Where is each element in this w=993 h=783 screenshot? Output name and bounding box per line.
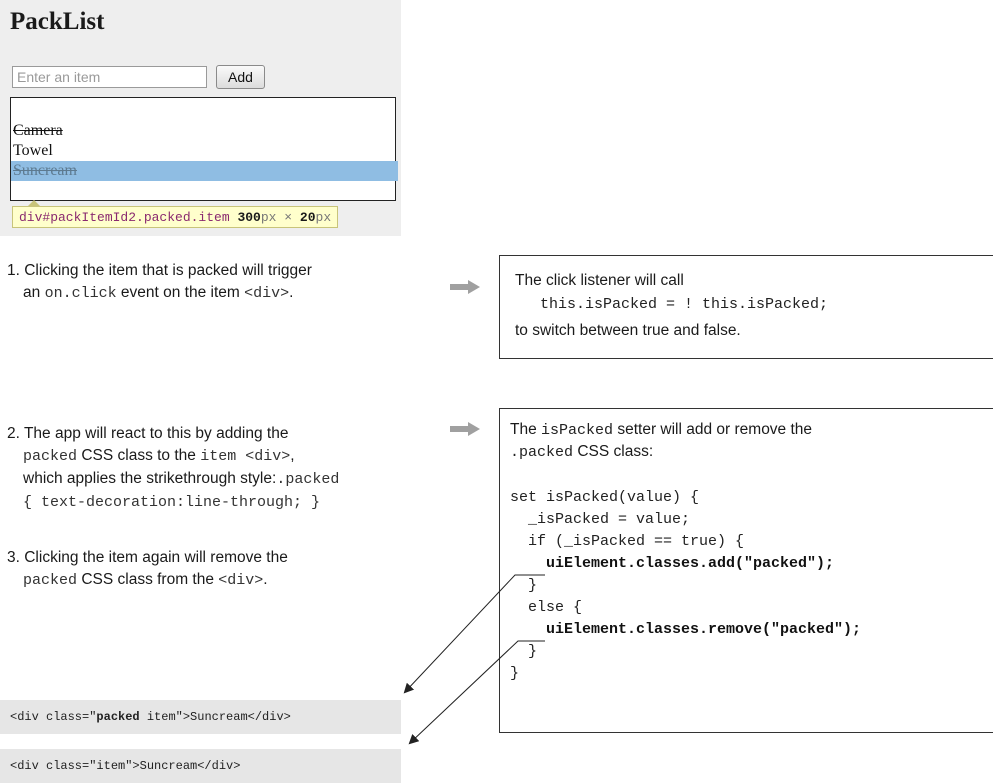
step-2: 2. The app will react to this by adding … — [7, 423, 339, 514]
step-3-line-2: packed CSS class from the <div>. — [7, 569, 288, 592]
step-2-text-2: which applies the strikethrough style: — [23, 470, 277, 487]
tooltip-selector: div#packItemId2.packed.item — [19, 210, 230, 225]
step-3-text: CSS class from the — [77, 571, 219, 588]
tooltip-height-unit: px — [315, 210, 332, 225]
html-packed-class: packed — [96, 710, 140, 724]
note-2-text-2: setter will add or remove the — [613, 421, 813, 438]
step-1-text: an — [23, 284, 45, 301]
code-line: else { — [510, 599, 583, 616]
step-2-text: CSS class to the — [77, 447, 201, 464]
tooltip-width-unit: px — [260, 210, 277, 225]
step-2-line-2: packed CSS class to the item <div>, — [7, 445, 339, 468]
step-1: 1. Clicking the item that is packed will… — [7, 260, 312, 305]
step-2-code-selector: .packed — [276, 471, 340, 488]
step-1-line-2: an on.click event on the item <div>. — [7, 282, 312, 305]
step-1-line-1: 1. Clicking the item that is packed will… — [7, 262, 312, 279]
note-setter: The isPacked setter will add or remove t… — [499, 408, 993, 733]
right-arrow-icon — [450, 422, 480, 436]
code-line: if (_isPacked == true) { — [510, 533, 745, 550]
step-3-line-1: 3. Clicking the item again will remove t… — [7, 549, 288, 566]
step-1-code-div: <div> — [244, 285, 290, 302]
html-example-unpacked: <div class="item">Suncream</div> — [0, 749, 401, 783]
right-arrow-icon — [450, 280, 480, 294]
note-click-listener: The click listener will call this.isPack… — [499, 255, 993, 359]
list-item-suncream[interactable]: Suncream — [11, 161, 398, 181]
step-1-code: on.click — [44, 285, 117, 302]
step-3-code-packed: packed — [23, 572, 78, 589]
html-packed-pre: <div class=" — [10, 710, 97, 724]
code-line: set isPacked(value) { — [510, 489, 700, 506]
note-1-line-3: to switch between true and false. — [515, 322, 741, 339]
code-line: } — [510, 665, 520, 682]
step-3: 3. Clicking the item again will remove t… — [7, 547, 288, 592]
note-2-code-packed: .packed — [510, 444, 574, 461]
step-2-line-3: which applies the strikethrough style:.p… — [7, 468, 339, 491]
code-line: } — [510, 577, 538, 594]
note-1-code: this.isPacked = ! this.isPacked; — [540, 296, 829, 313]
tooltip-width: 300 — [237, 210, 261, 225]
note-2-text-3: CSS class: — [573, 443, 654, 460]
step-1-text-mid: event on the item — [116, 284, 245, 301]
list-item-camera[interactable]: Camera — [11, 121, 395, 141]
code-line: } — [510, 643, 538, 660]
html-packed-post: item">Suncream</div> — [139, 710, 291, 724]
inspector-tooltip: div#packItemId2.packed.item 300px × 20px — [12, 206, 339, 228]
step-3-period: . — [263, 571, 268, 588]
list-item-towel[interactable]: Towel — [11, 141, 395, 161]
note-1-line-1: The click listener will call — [515, 272, 684, 289]
step-2-line-4: { text-decoration:line-through; } — [7, 491, 339, 514]
note-2-code-ispacked: isPacked — [541, 422, 614, 439]
step-1-period: . — [289, 284, 294, 301]
step-2-comma: , — [290, 447, 295, 464]
note-2-text: The — [510, 421, 542, 438]
add-button[interactable]: Add — [216, 65, 265, 89]
app-title: PackList — [10, 8, 105, 35]
tooltip-height: 20 — [299, 210, 316, 225]
app-screenshot: PackList Add Camera Towel Suncream div#p… — [0, 0, 401, 236]
step-2-code-packed: packed — [23, 448, 78, 465]
code-line: _isPacked = value; — [510, 511, 691, 528]
code-line-remove-class: uiElement.classes.remove("packed"); — [510, 621, 862, 638]
html-example-packed: <div class="packed item">Suncream</div> — [0, 700, 401, 734]
tooltip-times: × — [284, 210, 293, 225]
item-input[interactable] — [12, 66, 207, 88]
step-3-code-div: <div> — [218, 572, 264, 589]
setter-code-block: set isPacked(value) { _isPacked = value;… — [510, 487, 861, 685]
code-line-add-class: uiElement.classes.add("packed"); — [510, 555, 835, 572]
step-2-code-rule: { text-decoration:line-through; } — [23, 494, 321, 511]
pack-list: Camera Towel Suncream — [10, 97, 398, 201]
step-2-code-item-div: item <div> — [200, 448, 291, 465]
note-2-line-1: The isPacked setter will add or remove t… — [510, 419, 812, 442]
note-2-line-2: .packed CSS class: — [510, 441, 653, 464]
step-2-line-1: 2. The app will react to this by adding … — [7, 425, 289, 442]
